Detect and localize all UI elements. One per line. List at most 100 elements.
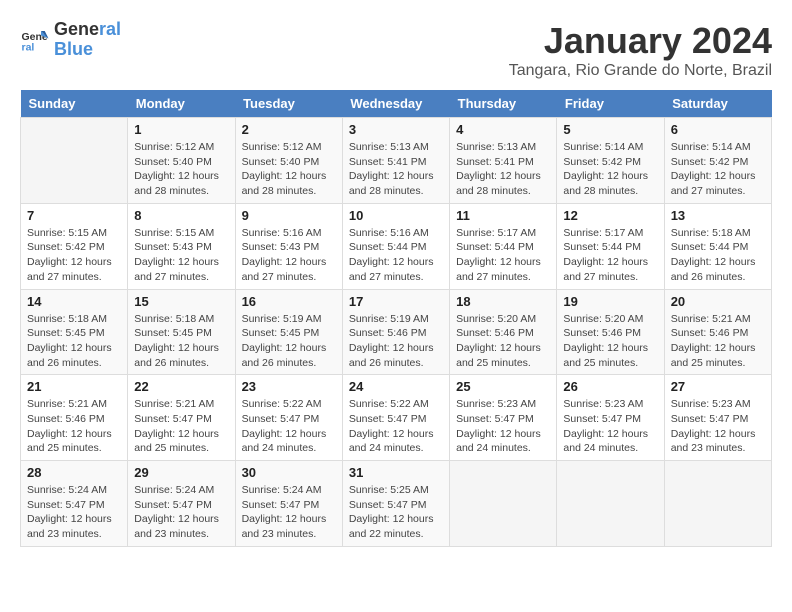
- day-info: Sunrise: 5:21 AM Sunset: 5:46 PM Dayligh…: [671, 312, 765, 371]
- calendar-body: 1 Sunrise: 5:12 AM Sunset: 5:40 PM Daylig…: [21, 118, 772, 547]
- day-number: 27: [671, 379, 765, 394]
- day-number: 10: [349, 208, 443, 223]
- calendar-cell: 6 Sunrise: 5:14 AM Sunset: 5:42 PM Daylig…: [664, 118, 771, 204]
- calendar-cell: 19 Sunrise: 5:20 AM Sunset: 5:46 PM Dayli…: [557, 289, 664, 375]
- day-number: 15: [134, 294, 228, 309]
- day-info: Sunrise: 5:19 AM Sunset: 5:46 PM Dayligh…: [349, 312, 443, 371]
- month-title: January 2024: [509, 20, 772, 62]
- day-info: Sunrise: 5:24 AM Sunset: 5:47 PM Dayligh…: [134, 483, 228, 542]
- calendar-table: SundayMondayTuesdayWednesdayThursdayFrid…: [20, 90, 772, 547]
- day-number: 11: [456, 208, 550, 223]
- day-number: 1: [134, 122, 228, 137]
- day-number: 7: [27, 208, 121, 223]
- subtitle: Tangara, Rio Grande do Norte, Brazil: [509, 62, 772, 80]
- calendar-week-row: 28 Sunrise: 5:24 AM Sunset: 5:47 PM Dayli…: [21, 461, 772, 547]
- day-info: Sunrise: 5:12 AM Sunset: 5:40 PM Dayligh…: [242, 140, 336, 199]
- day-info: Sunrise: 5:15 AM Sunset: 5:43 PM Dayligh…: [134, 226, 228, 285]
- calendar-cell: 22 Sunrise: 5:21 AM Sunset: 5:47 PM Dayli…: [128, 375, 235, 461]
- header-day: Thursday: [450, 90, 557, 118]
- day-number: 6: [671, 122, 765, 137]
- calendar-cell: 1Sunrise: 5:12 AM Sunset: 5:40 PM Daylig…: [128, 118, 235, 204]
- day-number: 2: [242, 122, 336, 137]
- day-number: 26: [563, 379, 657, 394]
- logo: Gene ral GeneralBlue: [20, 20, 121, 60]
- day-number: 25: [456, 379, 550, 394]
- day-number: 31: [349, 465, 443, 480]
- calendar-cell: 25 Sunrise: 5:23 AM Sunset: 5:47 PM Dayli…: [450, 375, 557, 461]
- day-info: Sunrise: 5:21 AM Sunset: 5:46 PM Dayligh…: [27, 397, 121, 456]
- day-number: 8: [134, 208, 228, 223]
- day-info: Sunrise: 5:13 AM Sunset: 5:41 PM Dayligh…: [456, 140, 550, 199]
- day-number: 28: [27, 465, 121, 480]
- calendar-cell: 20 Sunrise: 5:21 AM Sunset: 5:46 PM Dayli…: [664, 289, 771, 375]
- day-number: 4: [456, 122, 550, 137]
- header-day: Monday: [128, 90, 235, 118]
- day-info: Sunrise: 5:20 AM Sunset: 5:46 PM Dayligh…: [456, 312, 550, 371]
- header-day: Saturday: [664, 90, 771, 118]
- calendar-week-row: 14 Sunrise: 5:18 AM Sunset: 5:45 PM Dayli…: [21, 289, 772, 375]
- calendar-cell: 17Sunrise: 5:19 AM Sunset: 5:46 PM Dayli…: [342, 289, 449, 375]
- day-number: 18: [456, 294, 550, 309]
- calendar-cell: 13 Sunrise: 5:18 AM Sunset: 5:44 PM Dayli…: [664, 203, 771, 289]
- calendar-cell: 18 Sunrise: 5:20 AM Sunset: 5:46 PM Dayli…: [450, 289, 557, 375]
- day-info: Sunrise: 5:20 AM Sunset: 5:46 PM Dayligh…: [563, 312, 657, 371]
- day-info: Sunrise: 5:24 AM Sunset: 5:47 PM Dayligh…: [242, 483, 336, 542]
- day-info: Sunrise: 5:18 AM Sunset: 5:45 PM Dayligh…: [27, 312, 121, 371]
- day-number: 30: [242, 465, 336, 480]
- header-day: Wednesday: [342, 90, 449, 118]
- calendar-cell: [664, 461, 771, 547]
- calendar-cell: 7 Sunrise: 5:15 AM Sunset: 5:42 PM Daylig…: [21, 203, 128, 289]
- day-number: 20: [671, 294, 765, 309]
- calendar-cell: 12Sunrise: 5:17 AM Sunset: 5:44 PM Dayli…: [557, 203, 664, 289]
- calendar-cell: 3Sunrise: 5:13 AM Sunset: 5:41 PM Daylig…: [342, 118, 449, 204]
- calendar-cell: 2 Sunrise: 5:12 AM Sunset: 5:40 PM Daylig…: [235, 118, 342, 204]
- calendar-cell: 11 Sunrise: 5:17 AM Sunset: 5:44 PM Dayli…: [450, 203, 557, 289]
- calendar-cell: 28 Sunrise: 5:24 AM Sunset: 5:47 PM Dayli…: [21, 461, 128, 547]
- day-number: 23: [242, 379, 336, 394]
- day-number: 14: [27, 294, 121, 309]
- calendar-cell: 8 Sunrise: 5:15 AM Sunset: 5:43 PM Daylig…: [128, 203, 235, 289]
- header-day: Friday: [557, 90, 664, 118]
- day-info: Sunrise: 5:24 AM Sunset: 5:47 PM Dayligh…: [27, 483, 121, 542]
- calendar-cell: 16Sunrise: 5:19 AM Sunset: 5:45 PM Dayli…: [235, 289, 342, 375]
- calendar-cell: 10 Sunrise: 5:16 AM Sunset: 5:44 PM Dayli…: [342, 203, 449, 289]
- day-info: Sunrise: 5:22 AM Sunset: 5:47 PM Dayligh…: [349, 397, 443, 456]
- day-info: Sunrise: 5:16 AM Sunset: 5:44 PM Dayligh…: [349, 226, 443, 285]
- day-info: Sunrise: 5:14 AM Sunset: 5:42 PM Dayligh…: [671, 140, 765, 199]
- calendar-cell: [450, 461, 557, 547]
- calendar-cell: 26Sunrise: 5:23 AM Sunset: 5:47 PM Dayli…: [557, 375, 664, 461]
- day-info: Sunrise: 5:21 AM Sunset: 5:47 PM Dayligh…: [134, 397, 228, 456]
- day-number: 29: [134, 465, 228, 480]
- day-info: Sunrise: 5:19 AM Sunset: 5:45 PM Dayligh…: [242, 312, 336, 371]
- day-number: 9: [242, 208, 336, 223]
- day-info: Sunrise: 5:23 AM Sunset: 5:47 PM Dayligh…: [456, 397, 550, 456]
- day-info: Sunrise: 5:14 AM Sunset: 5:42 PM Dayligh…: [563, 140, 657, 199]
- day-number: 21: [27, 379, 121, 394]
- calendar-cell: 9Sunrise: 5:16 AM Sunset: 5:43 PM Daylig…: [235, 203, 342, 289]
- calendar-cell: [21, 118, 128, 204]
- calendar-cell: 24Sunrise: 5:22 AM Sunset: 5:47 PM Dayli…: [342, 375, 449, 461]
- page-header: Gene ral GeneralBlue January 2024 Tangar…: [20, 20, 772, 80]
- day-info: Sunrise: 5:15 AM Sunset: 5:42 PM Dayligh…: [27, 226, 121, 285]
- calendar-cell: 27 Sunrise: 5:23 AM Sunset: 5:47 PM Dayli…: [664, 375, 771, 461]
- calendar-week-row: 7 Sunrise: 5:15 AM Sunset: 5:42 PM Daylig…: [21, 203, 772, 289]
- day-info: Sunrise: 5:22 AM Sunset: 5:47 PM Dayligh…: [242, 397, 336, 456]
- day-number: 13: [671, 208, 765, 223]
- header-row: SundayMondayTuesdayWednesdayThursdayFrid…: [21, 90, 772, 118]
- day-number: 5: [563, 122, 657, 137]
- calendar-cell: 14 Sunrise: 5:18 AM Sunset: 5:45 PM Dayli…: [21, 289, 128, 375]
- logo-text: GeneralBlue: [54, 20, 121, 60]
- day-info: Sunrise: 5:18 AM Sunset: 5:45 PM Dayligh…: [134, 312, 228, 371]
- day-number: 22: [134, 379, 228, 394]
- day-info: Sunrise: 5:18 AM Sunset: 5:44 PM Dayligh…: [671, 226, 765, 285]
- calendar-week-row: 1 Sunrise: 5:12 AM Sunset: 5:40 PM Daylig…: [21, 118, 772, 204]
- calendar-cell: 30 Sunrise: 5:24 AM Sunset: 5:47 PM Dayli…: [235, 461, 342, 547]
- calendar-cell: [557, 461, 664, 547]
- day-number: 19: [563, 294, 657, 309]
- day-info: Sunrise: 5:23 AM Sunset: 5:47 PM Dayligh…: [671, 397, 765, 456]
- calendar-cell: 15 Sunrise: 5:18 AM Sunset: 5:45 PM Dayli…: [128, 289, 235, 375]
- day-info: Sunrise: 5:17 AM Sunset: 5:44 PM Dayligh…: [456, 226, 550, 285]
- calendar-cell: 31Sunrise: 5:25 AM Sunset: 5:47 PM Dayli…: [342, 461, 449, 547]
- title-block: January 2024 Tangara, Rio Grande do Nort…: [509, 20, 772, 80]
- calendar-cell: 4 Sunrise: 5:13 AM Sunset: 5:41 PM Daylig…: [450, 118, 557, 204]
